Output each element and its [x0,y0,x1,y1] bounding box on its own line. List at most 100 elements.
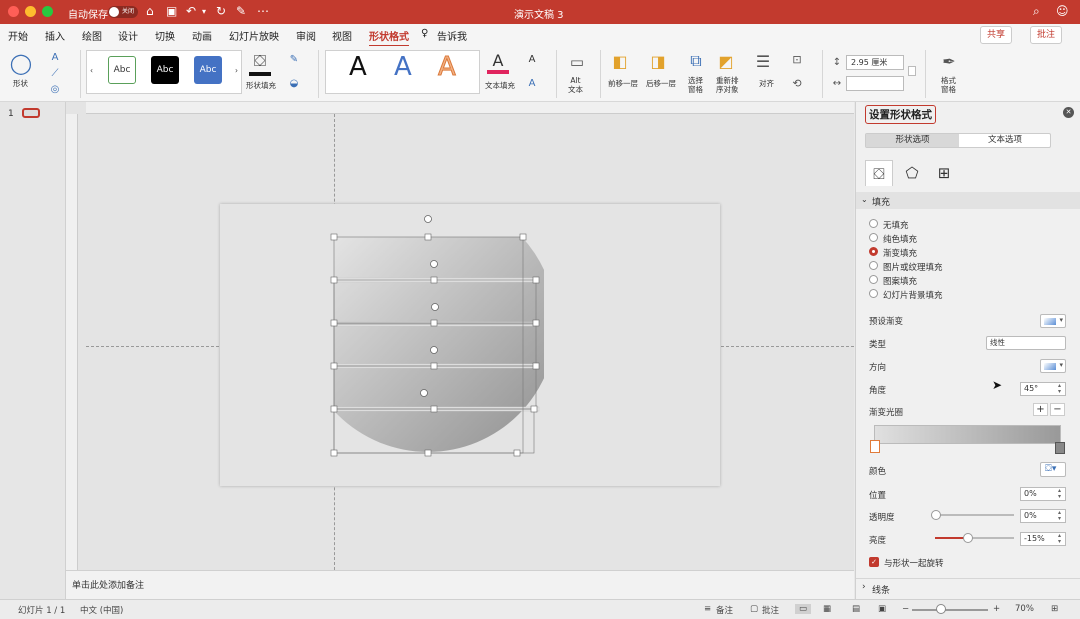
option-gradient-fill[interactable]: 渐变填充 [883,247,917,259]
send-backward-icon[interactable]: ◨ [647,50,669,72]
account-icon[interactable]: ☺ [1056,4,1069,18]
direction-dropdown[interactable] [1040,359,1066,373]
transparency-stepper[interactable]: 0% [1020,509,1066,523]
notes-placeholder[interactable]: 单击此处添加备注 [72,578,144,591]
notes-pane[interactable]: 单击此处添加备注 [66,570,854,599]
comments-toggle-button[interactable]: 批注 [762,604,779,616]
rotate-icon[interactable]: ⟲ [789,76,805,90]
alt-text-icon[interactable]: ▭ [566,52,588,72]
tab-home[interactable]: 开始 [8,28,28,43]
radio-no-fill[interactable] [869,219,878,228]
tell-me-search[interactable]: 告诉我 [437,28,467,43]
merge-shapes-icon[interactable]: ◎ [46,82,64,96]
edit-shape-icon[interactable]: ⟋ [46,66,64,80]
remove-stop-button[interactable]: − [1050,403,1065,416]
slideshow-icon[interactable]: ▣ [878,604,886,614]
reading-view-icon[interactable]: ▤ [852,604,860,614]
tab-animations[interactable]: 动画 [192,28,212,43]
language-indicator[interactable]: 中文 (中国) [80,604,123,616]
rotate-with-shape-label[interactable]: 与形状一起旋转 [884,557,944,569]
rotate-with-shape-checkbox[interactable]: ✓ [869,557,879,567]
zoom-level[interactable]: 70% [1015,604,1034,614]
gradient-bar[interactable] [874,425,1061,444]
brightness-slider-thumb[interactable] [963,533,973,543]
wordart-orange[interactable]: A [438,52,457,83]
shape-label[interactable]: 形状 [13,78,28,89]
format-pane-icon[interactable]: ✒ [938,50,960,72]
tab-draw[interactable]: 绘图 [82,28,102,43]
brightness-stepper[interactable]: -15% [1020,532,1066,546]
angle-stepper[interactable]: 45° [1020,382,1066,396]
shape-fill-icon[interactable]: ⛋ [249,50,271,72]
align-label[interactable]: 对齐 [759,78,774,89]
preset-gradient-dropdown[interactable] [1040,314,1066,328]
text-fill-label[interactable]: 文本填充 [485,80,515,91]
selection-pane-icon[interactable]: ⧉ [685,50,707,72]
zoom-slider-track[interactable] [912,609,988,611]
tab-shape-format[interactable]: 形状格式 [369,28,409,47]
zoom-in-icon[interactable]: + [993,604,1000,614]
reorder-objects-label[interactable]: 重新排 序对象 [716,76,739,94]
text-box-icon[interactable]: A [46,50,64,64]
group-icon[interactable]: ⊡ [789,52,805,66]
slide-sorter-icon[interactable]: ▦ [823,604,831,614]
tab-design[interactable]: 设计 [118,28,138,43]
home-icon[interactable]: ⌂ [146,4,154,18]
effects-tab-icon[interactable]: ⬠ [898,160,926,186]
notes-toggle-button[interactable]: 备注 [716,604,733,616]
format-pane-label[interactable]: 格式 窗格 [941,76,956,94]
align-icon[interactable]: ☰ [752,50,774,72]
undo-dropdown-icon[interactable]: ▾ [202,7,206,16]
send-backward-label[interactable]: 后移一层 [646,78,676,89]
text-effects-icon[interactable]: A [524,76,540,90]
radio-picture-fill[interactable] [869,261,878,270]
close-pane-icon[interactable]: ✕ [1063,107,1074,118]
slide-canvas[interactable] [220,204,720,486]
gallery-next-icon[interactable]: › [235,66,238,75]
gradient-stop-end[interactable] [1055,442,1065,454]
option-picture-fill[interactable]: 图片或纹理填充 [883,261,943,273]
option-slide-background-fill[interactable]: 幻灯片背景填充 [883,289,943,301]
bring-forward-icon[interactable]: ◧ [609,50,631,72]
reorder-objects-icon[interactable]: ◩ [715,50,737,72]
autosave-toggle[interactable]: 关闭 [108,6,138,18]
radio-pattern-fill[interactable] [869,275,878,284]
shape-style-outline[interactable]: Abc [108,56,136,84]
alt-text-label[interactable]: Alt 文本 [568,76,583,94]
type-select[interactable]: 线性 [986,336,1066,350]
zoom-out-icon[interactable]: − [902,604,909,614]
wordart-black[interactable]: A [349,52,367,82]
share-button[interactable]: 共享 [980,26,1013,44]
option-no-fill[interactable]: 无填充 [883,219,909,231]
tab-shape-options[interactable]: 形状选项 [866,134,959,147]
zoom-window-button[interactable] [42,6,53,17]
horizontal-ruler[interactable] [86,102,854,114]
option-solid-fill[interactable]: 纯色填充 [883,233,917,245]
undo-icon[interactable]: ↶ [186,4,196,18]
tab-transitions[interactable]: 切换 [155,28,175,43]
slide-thumbnail[interactable] [22,108,40,118]
normal-view-icon[interactable]: ▭ [795,604,812,614]
transparency-slider-track[interactable] [935,514,1014,516]
position-stepper[interactable]: 0% [1020,487,1066,501]
shape-icon[interactable]: ◯ [8,50,34,76]
gradient-stop-start[interactable] [870,440,880,453]
gradient-semicircle-shape[interactable] [300,204,556,452]
zoom-slider-thumb[interactable] [936,604,946,614]
bring-forward-label[interactable]: 前移一层 [608,78,638,89]
search-icon[interactable]: ⌕ [1033,4,1040,19]
radio-gradient-fill[interactable] [869,247,878,256]
line-section-header[interactable]: › 线条 [856,578,1080,596]
redo-icon[interactable]: ↻ [216,4,226,18]
color-picker-button[interactable]: ⛋▾ [1040,462,1066,477]
wordart-blue[interactable]: A [394,52,412,82]
slide[interactable] [220,204,720,486]
tab-slideshow[interactable]: 幻灯片放映 [229,28,279,43]
shape-style-blue[interactable]: Abc [194,56,222,84]
edit-icon[interactable]: ✎ [236,4,246,18]
tab-insert[interactable]: 插入 [45,28,65,43]
save-icon[interactable]: ▣ [166,4,177,18]
option-pattern-fill[interactable]: 图案填充 [883,275,917,287]
add-stop-button[interactable]: + [1033,403,1048,416]
lock-aspect-toggle[interactable] [908,66,916,76]
